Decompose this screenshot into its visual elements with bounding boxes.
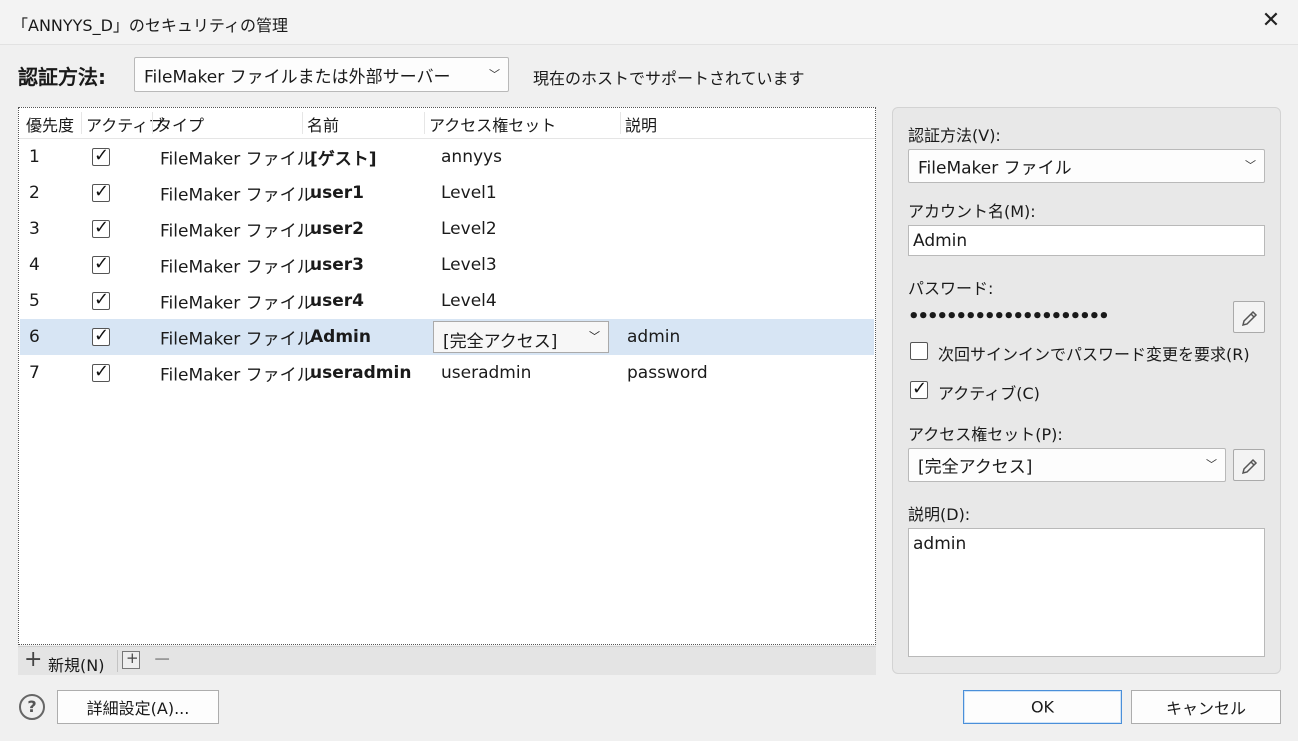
ok-button[interactable]: OK xyxy=(963,690,1122,724)
auth-method-value: FileMaker ファイルまたは外部サーバー xyxy=(144,67,451,87)
host-support-note: 現在のホストでサポートされています xyxy=(533,69,805,88)
row-description: admin xyxy=(627,327,681,347)
chevron-down-icon: ﹀ xyxy=(489,67,500,81)
chevron-down-icon: ﹀ xyxy=(1206,458,1217,472)
row-active-checkbox[interactable]: ✓ xyxy=(92,289,110,310)
account-name-label: アカウント名(M): xyxy=(908,202,1036,221)
list-header: 優先度 アクティブ タイプ 名前 アクセス権セット 説明 xyxy=(19,108,875,139)
row-active-checkbox[interactable]: ✓ xyxy=(92,145,110,166)
row-name: [ゲスト] xyxy=(310,149,377,170)
row-privilege: useradmin xyxy=(441,363,532,383)
row-description: password xyxy=(627,363,708,383)
row-active-checkbox[interactable]: ✓ xyxy=(92,217,110,238)
table-row[interactable]: 6 ✓ FileMaker ファイル Admin [完全アクセス] ﹀ admin xyxy=(20,319,874,355)
side-auth-dropdown[interactable]: FileMaker ファイル ﹀ xyxy=(908,149,1265,183)
title-bar: 「ANNYYS_D」のセキュリティの管理 ✕ xyxy=(0,0,1298,45)
list-toolbar: + 新規(N) + − xyxy=(18,646,876,675)
privilege-set-dropdown[interactable]: [完全アクセス] ﹀ xyxy=(908,448,1226,482)
row-type: FileMaker ファイル xyxy=(160,149,314,170)
row-privilege: Level2 xyxy=(441,219,497,239)
row-privilege: Level3 xyxy=(441,255,497,275)
require-password-change-checkbox[interactable] xyxy=(910,342,928,360)
row-type: FileMaker ファイル xyxy=(160,365,314,386)
advanced-settings-button[interactable]: 詳細設定(A)... xyxy=(57,690,219,724)
row-name: Admin xyxy=(310,327,371,347)
active-label: アクティブ(C) xyxy=(938,384,1040,403)
pencil-icon xyxy=(1241,310,1258,327)
header-type[interactable]: タイプ xyxy=(156,112,204,136)
row-priority: 6 xyxy=(29,327,40,347)
row-priority: 5 xyxy=(29,291,40,311)
password-label: パスワード: xyxy=(908,279,994,298)
side-auth-value: FileMaker ファイル xyxy=(918,158,1072,179)
row-active-checkbox[interactable]: ✓ xyxy=(92,181,110,202)
side-auth-label: 認証方法(V): xyxy=(908,126,1001,145)
table-row[interactable]: 1 ✓ FileMaker ファイル [ゲスト] annyys xyxy=(20,139,874,175)
header-privilege-set[interactable]: アクセス権セット xyxy=(429,112,556,136)
auth-method-dropdown[interactable]: FileMaker ファイルまたは外部サーバー ﹀ xyxy=(134,57,509,92)
row-privilege: [完全アクセス] xyxy=(443,332,558,352)
row-name: user4 xyxy=(310,291,364,311)
row-type: FileMaker ファイル xyxy=(160,329,314,350)
new-account-label: 新規(N) xyxy=(48,656,105,675)
header-name[interactable]: 名前 xyxy=(307,112,339,136)
row-priority: 7 xyxy=(29,363,40,383)
row-active-checkbox[interactable]: ✓ xyxy=(92,253,110,274)
row-priority: 2 xyxy=(29,183,40,203)
privilege-set-label: アクセス権セット(P): xyxy=(908,425,1063,444)
chevron-down-icon: ﹀ xyxy=(1245,159,1256,173)
account-name-input[interactable]: Admin xyxy=(908,225,1265,256)
active-checkbox[interactable]: ✓ xyxy=(910,378,928,399)
row-priority: 3 xyxy=(29,219,40,239)
description-value: admin xyxy=(913,534,967,554)
cancel-button[interactable]: キャンセル xyxy=(1131,690,1281,724)
description-label: 説明(D): xyxy=(908,505,971,524)
row-priority: 4 xyxy=(29,255,40,275)
row-privilege: Level1 xyxy=(441,183,497,203)
header-priority[interactable]: 優先度 xyxy=(26,112,74,136)
auth-method-label: 認証方法: xyxy=(18,65,106,89)
row-privilege-dropdown[interactable]: [完全アクセス] ﹀ xyxy=(433,321,609,353)
row-type: FileMaker ファイル xyxy=(160,221,314,242)
row-type: FileMaker ファイル xyxy=(160,185,314,206)
account-name-value: Admin xyxy=(913,231,968,251)
row-type: FileMaker ファイル xyxy=(160,293,314,314)
help-icon[interactable]: ? xyxy=(19,694,45,720)
row-name: useradmin xyxy=(310,363,412,383)
header-description[interactable]: 説明 xyxy=(625,112,657,136)
password-mask: ••••••••••••••••••••• xyxy=(908,306,1110,327)
table-row[interactable]: 7 ✓ FileMaker ファイル useradmin useradmin passwo… xyxy=(20,355,874,391)
pencil-icon xyxy=(1241,458,1258,475)
delete-icon[interactable]: − xyxy=(153,647,171,673)
row-name: user3 xyxy=(310,255,364,275)
row-name: user1 xyxy=(310,183,364,203)
row-priority: 1 xyxy=(29,147,40,167)
row-privilege: Level4 xyxy=(441,291,497,311)
edit-privilege-set-button[interactable] xyxy=(1233,449,1265,481)
close-icon[interactable]: ✕ xyxy=(1258,8,1284,34)
require-password-change-label: 次回サインインでパスワード変更を要求(R) xyxy=(938,345,1250,364)
table-row[interactable]: 3 ✓ FileMaker ファイル user2 Level2 xyxy=(20,211,874,247)
privilege-set-value: [完全アクセス] xyxy=(918,457,1033,478)
account-list[interactable]: 優先度 アクティブ タイプ 名前 アクセス権セット 説明 1 ✓ FileMaker… xyxy=(18,107,876,645)
row-active-checkbox[interactable]: ✓ xyxy=(92,361,110,382)
row-active-checkbox[interactable]: ✓ xyxy=(92,325,110,346)
edit-password-button[interactable] xyxy=(1233,301,1265,333)
row-type: FileMaker ファイル xyxy=(160,257,314,278)
window-title: 「ANNYYS_D」のセキュリティの管理 xyxy=(12,16,288,35)
row-privilege: annyys xyxy=(441,147,502,167)
duplicate-icon[interactable]: + xyxy=(122,649,140,669)
row-name: user2 xyxy=(310,219,364,239)
plus-icon: + xyxy=(24,647,43,672)
description-textarea[interactable]: admin xyxy=(908,528,1265,657)
table-row[interactable]: 5 ✓ FileMaker ファイル user4 Level4 xyxy=(20,283,874,319)
new-account-button[interactable]: + 新規(N) xyxy=(18,647,118,676)
table-row[interactable]: 2 ✓ FileMaker ファイル user1 Level1 xyxy=(20,175,874,211)
table-row[interactable]: 4 ✓ FileMaker ファイル user3 Level3 xyxy=(20,247,874,283)
chevron-down-icon: ﹀ xyxy=(589,330,600,343)
